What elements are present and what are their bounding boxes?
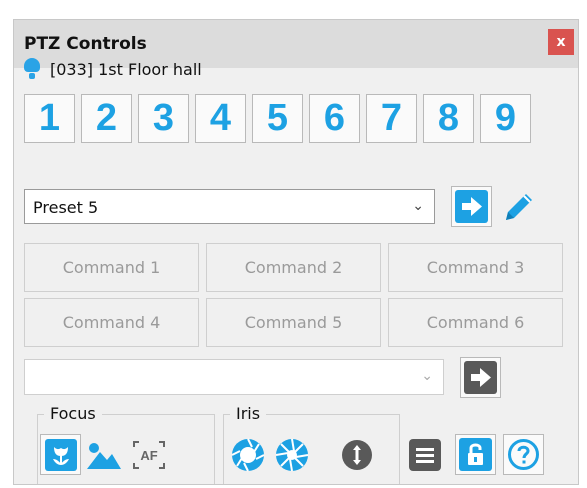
arrow-right-icon — [464, 361, 497, 394]
preset-6-button[interactable]: 6 — [309, 94, 360, 143]
focus-far-button[interactable] — [83, 434, 124, 475]
autofocus-icon: AF — [132, 440, 165, 469]
command-6-button[interactable]: Command 6 — [388, 298, 563, 347]
preset-number-row: 1 2 3 4 5 6 7 8 9 — [24, 94, 531, 143]
focus-near-button[interactable] — [40, 434, 81, 475]
command-2-button[interactable]: Command 2 — [206, 243, 381, 292]
command-3-button[interactable]: Command 3 — [388, 243, 563, 292]
preset-select[interactable]: Preset 5 ⌄ — [24, 189, 435, 224]
chevron-down-icon: ⌄ — [421, 368, 433, 384]
close-button[interactable]: x — [548, 29, 574, 55]
lock-icon — [459, 438, 492, 471]
lock-button[interactable] — [455, 434, 496, 475]
preset-2-button[interactable]: 2 — [81, 94, 132, 143]
command-4-button[interactable]: Command 4 — [24, 298, 199, 347]
menu-button[interactable] — [404, 434, 445, 475]
preset-9-button[interactable]: 9 — [480, 94, 531, 143]
af-text: AF — [140, 448, 157, 463]
pencil-icon — [505, 193, 532, 220]
preset-5-button[interactable]: 5 — [252, 94, 303, 143]
window-title: PTZ Controls — [24, 34, 147, 54]
preset-3-button[interactable]: 3 — [138, 94, 189, 143]
command-1-button[interactable]: Command 1 — [24, 243, 199, 292]
sequence-select[interactable]: ⌄ — [24, 359, 444, 395]
preset-select-value: Preset 5 — [33, 198, 99, 217]
preset-4-button[interactable]: 4 — [195, 94, 246, 143]
command-5-button[interactable]: Command 5 — [206, 298, 381, 347]
preset-7-button[interactable]: 7 — [366, 94, 417, 143]
iris-open-button[interactable] — [227, 434, 268, 475]
help-icon — [508, 439, 539, 470]
macro-icon — [44, 438, 77, 471]
go-to-preset-button[interactable] — [451, 186, 492, 227]
iris-auto-button[interactable] — [336, 434, 377, 475]
help-button[interactable] — [503, 434, 544, 475]
iris-label: Iris — [230, 404, 267, 423]
edit-preset-button[interactable] — [498, 186, 539, 227]
iris-close-icon — [275, 438, 308, 471]
chevron-down-icon: ⌄ — [412, 198, 424, 214]
camera-row: [033] 1st Floor hall — [24, 58, 202, 80]
autofocus-button[interactable]: AF — [128, 434, 169, 475]
command-grid: Command 1 Command 2 Command 3 Command 4 … — [24, 243, 563, 347]
arrow-right-icon — [455, 190, 488, 223]
focus-label: Focus — [44, 404, 102, 423]
landscape-icon — [86, 442, 121, 469]
camera-label: [033] 1st Floor hall — [50, 59, 202, 79]
iris-auto-icon — [341, 439, 372, 470]
iris-close-button[interactable] — [271, 434, 312, 475]
camera-icon — [24, 58, 40, 80]
menu-icon — [408, 438, 441, 471]
iris-open-icon — [231, 438, 264, 471]
preset-1-button[interactable]: 1 — [24, 94, 75, 143]
preset-8-button[interactable]: 8 — [423, 94, 474, 143]
run-sequence-button[interactable] — [460, 357, 501, 398]
